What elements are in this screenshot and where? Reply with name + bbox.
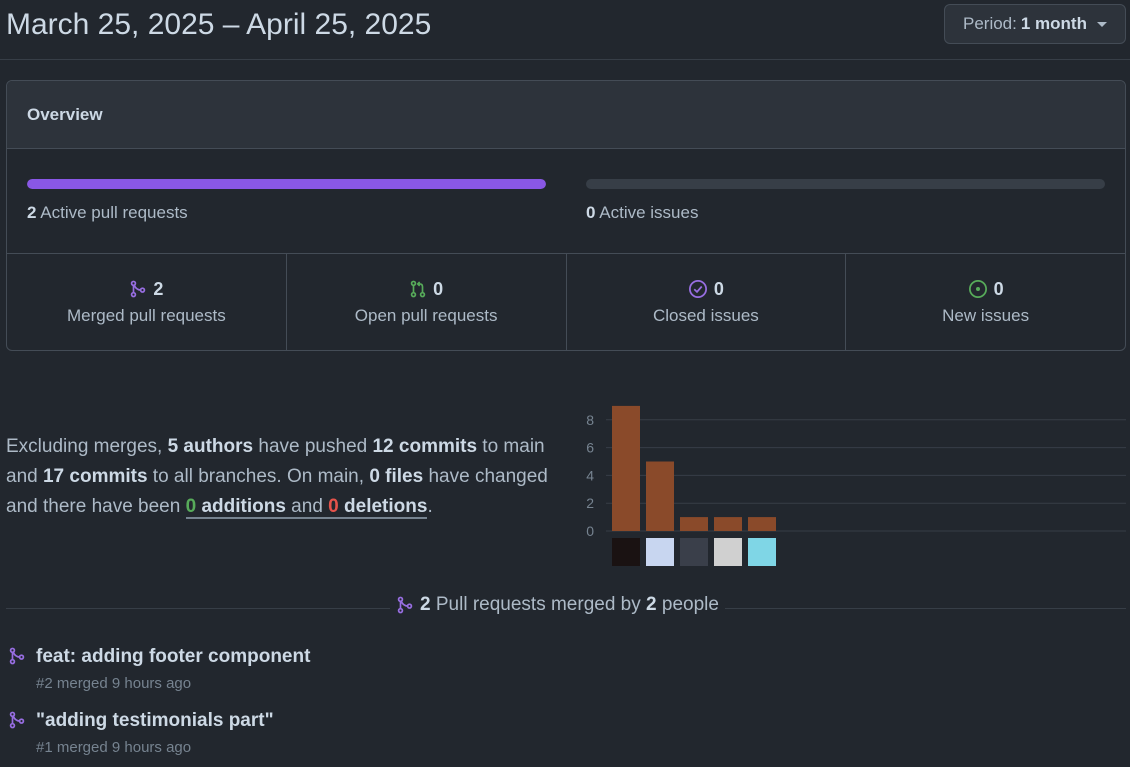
author-avatar[interactable]	[680, 538, 708, 566]
overview-title: Overview	[27, 104, 103, 124]
author-avatar[interactable]	[646, 538, 674, 566]
avatar-image	[714, 538, 742, 566]
stat-value-row: 0	[409, 279, 443, 300]
summary-text: Excluding merges,	[6, 436, 168, 457]
stat-value-row: 0	[968, 279, 1004, 300]
summary-text: to all branches. On main,	[147, 466, 370, 487]
open-pull-requests-stat[interactable]: 0 Open pull requests	[287, 254, 567, 350]
issue-opened-icon	[968, 280, 987, 298]
period-value: 1 month	[1020, 14, 1087, 33]
files-count: 0 files	[369, 466, 424, 487]
chart-bar	[646, 461, 674, 531]
issue-closed-icon	[688, 280, 707, 298]
pull-request-meta: #1 merged 9 hours ago	[36, 739, 192, 756]
avatar-image	[680, 538, 708, 566]
open-pull-requests-count: 0	[433, 278, 444, 299]
git-merge-icon	[9, 647, 25, 665]
chart-bar	[612, 405, 640, 531]
chart-bar	[714, 517, 742, 531]
avatar-image	[646, 538, 674, 566]
additions-label: additions	[196, 496, 286, 517]
chart-bar	[748, 517, 776, 531]
additions-count: 0	[185, 496, 197, 517]
people-count: 2	[646, 594, 657, 615]
merged-text: people	[656, 594, 719, 615]
deletions-count: 0	[328, 496, 339, 517]
avatar-image	[612, 538, 640, 566]
new-issues-label: New issues	[942, 305, 1030, 325]
y-tick-label: 8	[586, 412, 594, 428]
closed-issues-count: 0	[713, 278, 724, 299]
git-merge-icon	[397, 596, 413, 614]
merged-pull-requests-count: 2	[153, 278, 164, 299]
author-avatar[interactable]	[714, 538, 742, 566]
y-tick-label: 6	[586, 440, 594, 456]
active-pull-requests-link[interactable]: 2 Active pull requests	[27, 203, 188, 223]
period-dropdown-button[interactable]: Period: 1 month	[944, 4, 1126, 44]
summary-text: have pushed	[253, 436, 373, 457]
active-issues-label: Active issues	[599, 203, 699, 222]
pull-requests-progress-fill	[27, 179, 546, 189]
stat-value-row: 2	[129, 279, 163, 300]
period-label: Period:	[963, 14, 1017, 33]
active-issues-link[interactable]: 0 Active issues	[586, 203, 698, 223]
new-issues-count: 0	[993, 278, 1004, 299]
author-avatar[interactable]	[748, 538, 776, 566]
active-pull-requests-label: Active pull requests	[40, 203, 188, 222]
commits-main-count: 12 commits	[372, 436, 478, 457]
page-header: March 25, 2025 – April 25, 2025 Period: …	[0, 0, 1130, 60]
author-avatar[interactable]	[612, 538, 640, 566]
merged-pull-requests-stat[interactable]: 2 Merged pull requests	[7, 254, 287, 350]
merged-text: Pull requests merged by	[430, 594, 647, 615]
overview-box: Overview 2 Active pull requests 0 Active…	[6, 80, 1126, 351]
git-pull-request-icon	[410, 280, 426, 298]
avatar-image	[748, 538, 776, 566]
closed-issues-label: Closed issues	[652, 305, 759, 325]
merged-pull-requests-heading: 2 Pull requests merged by 2 people	[390, 594, 725, 616]
y-tick-label: 2	[586, 495, 594, 511]
closed-issues-stat[interactable]: 0 Closed issues	[567, 254, 847, 350]
active-pull-requests-count: 2	[27, 203, 37, 222]
summary-text: and	[285, 496, 329, 517]
y-tick-label: 4	[586, 467, 594, 483]
git-merge-icon	[131, 280, 146, 298]
page-title: March 25, 2025 – April 25, 2025	[6, 8, 432, 41]
pull-request-item: feat: adding footer component #2 merged …	[6, 646, 706, 702]
pull-requests-progress-bar	[27, 179, 546, 189]
pull-request-title-link[interactable]: feat: adding footer component	[36, 646, 310, 668]
git-merge-icon	[9, 711, 25, 729]
pull-request-meta: #2 merged 9 hours ago	[36, 675, 192, 692]
commits-by-author-chart: 0 2 4 6 8	[586, 405, 1126, 566]
chart-bar	[680, 517, 708, 531]
pull-request-title-link[interactable]: "adding testimonials part"	[36, 710, 274, 732]
stat-value-row: 0	[688, 279, 724, 300]
authors-count: 5 authors	[167, 436, 254, 457]
commit-summary: Excluding merges, 5 authors have pushed …	[6, 432, 566, 522]
active-issues-count: 0	[586, 203, 596, 222]
pull-request-item: "adding testimonials part" #1 merged 9 h…	[6, 710, 706, 766]
merged-pull-requests-label: Merged pull requests	[66, 305, 226, 325]
additions-deletions-link[interactable]: 0 additions and 0 deletions	[185, 496, 428, 519]
activity-bars: 2 Active pull requests 0 Active issues	[7, 149, 1125, 254]
summary-text: .	[427, 496, 433, 517]
commits-all-count: 17 commits	[42, 466, 148, 487]
merged-count: 2	[420, 594, 431, 615]
stats-row: 2 Merged pull requests 0 Open pull reque…	[7, 254, 1125, 350]
new-issues-stat[interactable]: 0 New issues	[846, 254, 1125, 350]
overview-header: Overview	[7, 81, 1125, 149]
open-pull-requests-label: Open pull requests	[354, 305, 498, 325]
issues-progress-bar	[586, 179, 1105, 189]
chevron-down-icon	[1096, 21, 1107, 27]
y-tick-label: 0	[586, 523, 594, 539]
deletions-label: deletions	[338, 496, 428, 517]
